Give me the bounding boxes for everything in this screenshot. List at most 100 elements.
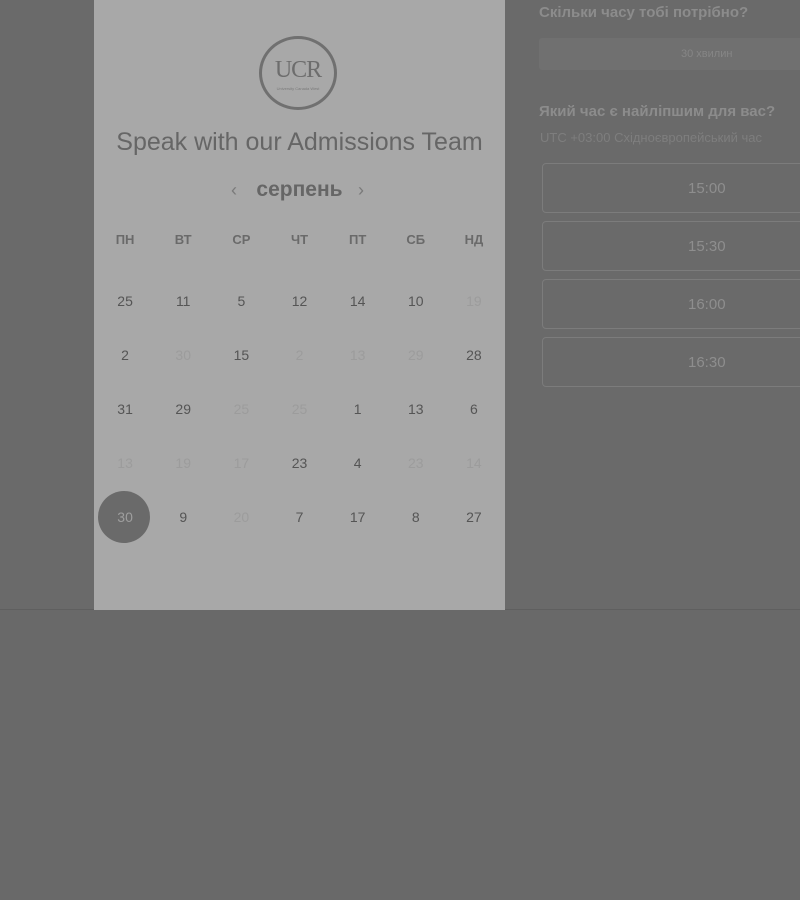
- day-number: 15: [233, 347, 250, 363]
- day-number: 8: [411, 509, 420, 525]
- calendar-day[interactable]: 25: [96, 274, 154, 328]
- month-navigation: ‹ серпень ›: [94, 178, 505, 206]
- day-number: 25: [291, 401, 308, 417]
- page-title: Speak with our Admissions Team: [116, 128, 483, 156]
- day-number: 20: [233, 509, 250, 525]
- calendar-day[interactable]: 14: [329, 274, 387, 328]
- calendar-day: 19: [154, 436, 212, 490]
- weekday-label: ПТ: [348, 232, 367, 247]
- calendar-day: 2: [270, 328, 328, 382]
- day-number: 4: [353, 455, 362, 471]
- calendar-day[interactable]: 2: [96, 328, 154, 382]
- month-label: серпень: [256, 178, 343, 201]
- day-number: 25: [233, 401, 250, 417]
- calendar-day: 30: [154, 328, 212, 382]
- day-number: 23: [407, 455, 424, 471]
- timezone-label: UTC +03:00 Східноєвропейський час: [540, 130, 762, 145]
- calendar-day: 23: [387, 436, 445, 490]
- calendar-day[interactable]: 23: [270, 436, 328, 490]
- weekday-label: ЧТ: [290, 232, 309, 247]
- time-slot-button[interactable]: 15:30: [542, 221, 800, 271]
- weekday-header: ПН ВТ СР ЧТ ПТ СБ НД: [96, 232, 503, 260]
- time-slot-button[interactable]: 15:00: [542, 163, 800, 213]
- calendar-day: 20: [212, 490, 270, 544]
- calendar-day[interactable]: 13: [387, 382, 445, 436]
- duration-button[interactable]: 30 хвилин: [539, 38, 800, 70]
- logo-text: UCR: [274, 57, 322, 83]
- duration-question: Скільки часу тобі потрібно?: [539, 4, 749, 21]
- weekday-label: ВТ: [174, 232, 192, 247]
- day-number: 27: [466, 509, 482, 525]
- calendar-day[interactable]: 12: [270, 274, 328, 328]
- day-number: 19: [175, 455, 191, 471]
- calendar-day[interactable]: 4: [329, 436, 387, 490]
- calendar-day[interactable]: 15: [212, 328, 270, 382]
- day-number: 13: [349, 347, 366, 363]
- calendar-row: 13 19 17 23 4 23 14: [96, 436, 503, 490]
- calendar-day-selected[interactable]: 30: [96, 490, 154, 544]
- day-number: 12: [291, 293, 308, 309]
- day-number: 2: [295, 347, 304, 363]
- calendar-row: 2 30 15 2 13 29 28: [96, 328, 503, 382]
- calendar-day[interactable]: 1: [329, 382, 387, 436]
- day-number: 11: [175, 293, 191, 309]
- calendar-day[interactable]: 9: [154, 490, 212, 544]
- weekday-label: НД: [464, 232, 484, 247]
- calendar-day[interactable]: 6: [445, 382, 503, 436]
- chevron-left-icon[interactable]: ‹: [231, 180, 237, 201]
- day-number: 1: [353, 401, 362, 417]
- calendar-day: 19: [445, 274, 503, 328]
- calendar-row: 31 29 25 25 1 13 6: [96, 382, 503, 436]
- day-number: 23: [291, 455, 308, 471]
- calendar-grid: 25 11 5 12 14 10 19 2 30 15 2 13 29 28 31 29 25 25 1 13 6 13 1…: [96, 274, 503, 544]
- calendar-day: 13: [329, 328, 387, 382]
- day-number: 14: [349, 293, 366, 309]
- day-number: 13: [407, 401, 424, 417]
- calendar-day[interactable]: 31: [96, 382, 154, 436]
- calendar-day[interactable]: 10: [387, 274, 445, 328]
- day-number: 17: [349, 509, 366, 525]
- day-number: 7: [295, 509, 304, 525]
- day-number: 14: [466, 455, 482, 471]
- calendar-row: 25 11 5 12 14 10 19: [96, 274, 503, 328]
- calendar-row: 30 9 20 7 17 8 27: [96, 490, 503, 544]
- calendar-panel: UCR University Canada West Speak with ou…: [94, 0, 505, 610]
- calendar-day[interactable]: 5: [212, 274, 270, 328]
- day-number: 9: [179, 509, 188, 525]
- calendar-day[interactable]: 11: [154, 274, 212, 328]
- time-slot-button[interactable]: 16:00: [542, 279, 800, 329]
- calendar-day: 25: [212, 382, 270, 436]
- day-number: 28: [466, 347, 482, 363]
- time-slot-button[interactable]: 16:30: [542, 337, 800, 387]
- day-number: 17: [233, 455, 250, 471]
- calendar-day[interactable]: 28: [445, 328, 503, 382]
- calendar-day: 13: [96, 436, 154, 490]
- logo-subtext: University Canada West: [276, 86, 320, 91]
- calendar-day[interactable]: 7: [270, 490, 328, 544]
- calendar-day: 29: [387, 328, 445, 382]
- day-number: 10: [407, 293, 424, 309]
- calendar-day[interactable]: 27: [445, 490, 503, 544]
- day-number: 6: [470, 401, 478, 417]
- day-number: 5: [237, 293, 246, 309]
- day-number: 31: [117, 401, 133, 417]
- ucr-logo: UCR University Canada West: [259, 36, 337, 110]
- day-number: 13: [117, 455, 133, 471]
- day-number: 30: [175, 347, 191, 363]
- calendar-day: 25: [270, 382, 328, 436]
- day-number: 29: [175, 401, 191, 417]
- calendar-day[interactable]: 29: [154, 382, 212, 436]
- calendar-day: 17: [212, 436, 270, 490]
- day-number: 25: [117, 293, 133, 309]
- calendar-day[interactable]: 8: [387, 490, 445, 544]
- calendar-day: 14: [445, 436, 503, 490]
- time-question: Який час є найліпшим для вас?: [539, 103, 776, 120]
- day-number: 19: [466, 293, 482, 309]
- weekday-label: СР: [232, 232, 251, 247]
- calendar-day[interactable]: 17: [329, 490, 387, 544]
- day-number: 2: [121, 347, 129, 363]
- day-number: 29: [407, 347, 424, 363]
- day-number: 30: [117, 509, 133, 525]
- chevron-right-icon[interactable]: ›: [358, 180, 364, 201]
- weekday-label: СБ: [406, 232, 426, 247]
